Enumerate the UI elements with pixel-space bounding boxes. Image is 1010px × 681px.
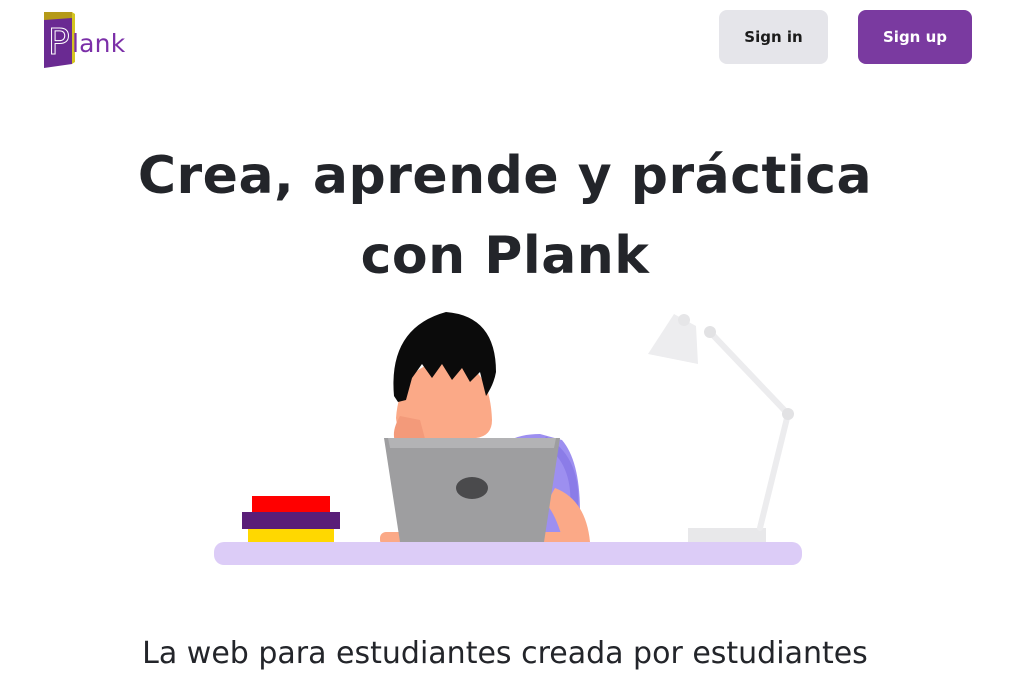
plank-logo[interactable]: P lank bbox=[42, 10, 125, 68]
landing-page: P lank Sign in Sign up Crea, aprende y p… bbox=[0, 0, 1010, 681]
plank-logo-icon: P bbox=[44, 12, 75, 68]
desk bbox=[214, 542, 802, 565]
sign-in-button[interactable]: Sign in bbox=[719, 10, 828, 64]
student-illustration bbox=[214, 312, 802, 565]
book-stack bbox=[242, 496, 340, 544]
laptop bbox=[384, 438, 560, 542]
logo-text: lank bbox=[72, 28, 126, 58]
desk-lamp bbox=[648, 314, 794, 544]
hero-title-line-1: Crea, aprende y práctica bbox=[137, 146, 873, 206]
hero-title-line-2: con Plank bbox=[360, 226, 650, 286]
sign-up-button[interactable]: Sign up bbox=[858, 10, 972, 64]
hero-title: Crea, aprende y práctica con Plank bbox=[0, 136, 1010, 296]
logo-letter: P bbox=[48, 22, 70, 63]
hero-subtitle: La web para estudiantes creada por estud… bbox=[142, 636, 868, 671]
